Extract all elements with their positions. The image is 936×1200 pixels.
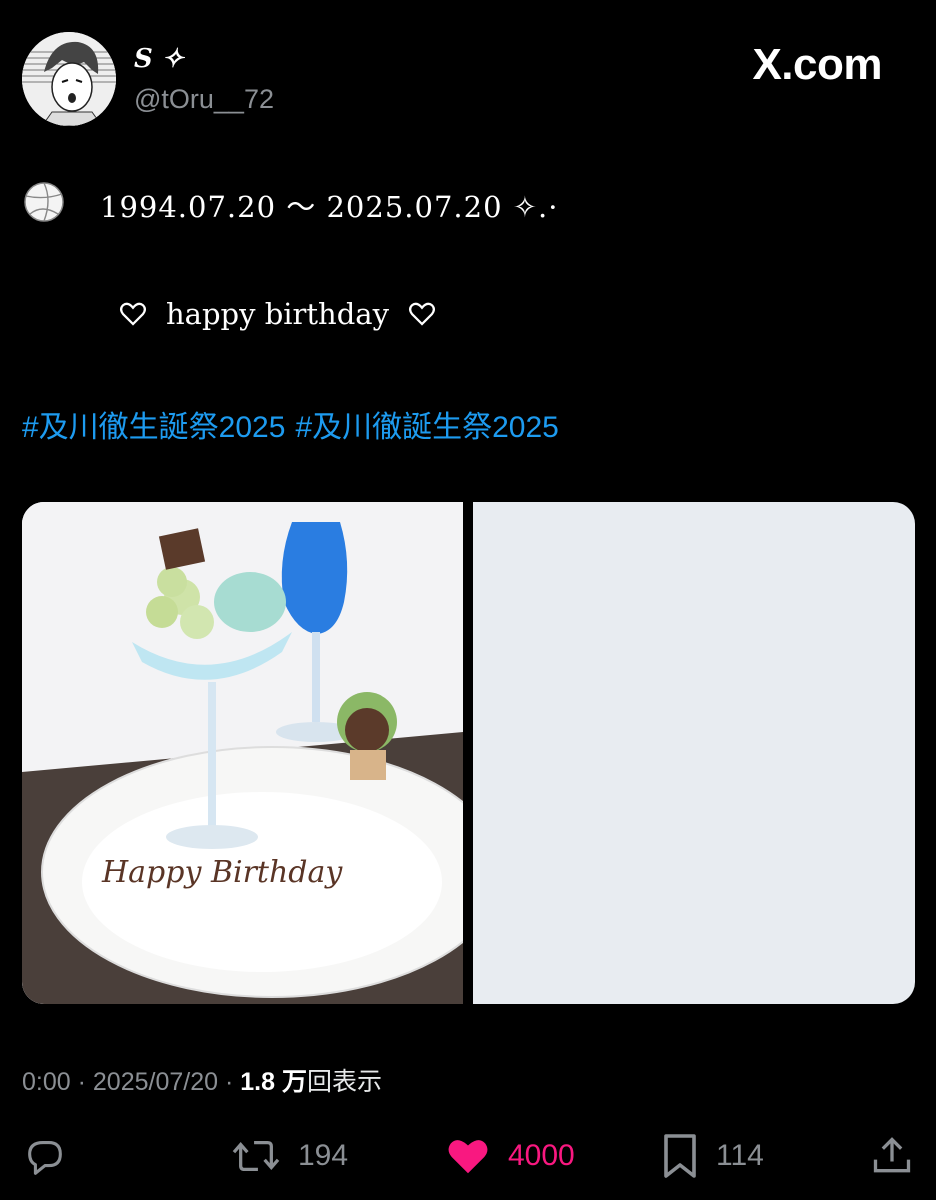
views-count: 1.8 万 bbox=[240, 1068, 307, 1096]
bookmark-count: 114 bbox=[716, 1139, 764, 1172]
reply-icon bbox=[28, 1141, 62, 1175]
share-button[interactable] bbox=[870, 1128, 914, 1184]
plate-writing: Happy Birthday bbox=[101, 855, 343, 890]
heart-filled-icon bbox=[448, 1140, 488, 1174]
hashtags: #及川徹生誕祭2025 #及川徹誕生祭2025 bbox=[22, 402, 569, 446]
retweet-icon bbox=[232, 1140, 280, 1172]
retweet-button[interactable]: 194 bbox=[230, 1128, 348, 1184]
reply-button[interactable] bbox=[22, 1128, 68, 1184]
action-bar: 194 4000 114 bbox=[0, 1128, 936, 1184]
volleyball-icon bbox=[24, 182, 64, 222]
dessert-photo-illustration: Happy Birthday bbox=[22, 502, 463, 1004]
avatar[interactable] bbox=[22, 32, 116, 126]
photo-placeholder[interactable] bbox=[473, 502, 915, 1004]
hashtag-link[interactable]: #及川徹生誕祭2025 bbox=[22, 411, 285, 444]
share-icon bbox=[873, 1137, 911, 1173]
hashtag-link[interactable]: #及川徹誕生祭2025 bbox=[295, 411, 558, 444]
meta-separator: · bbox=[224, 1068, 234, 1096]
tweet-meta: 0:00 · 2025/07/20 · 1.8 万回表示 bbox=[22, 1062, 382, 1098]
tweet-time[interactable]: 0:00 bbox=[22, 1068, 71, 1096]
birthday-line: happy birthday bbox=[118, 295, 437, 333]
date-range-text: 1994.07.20 〜 2025.07.20 ✧.· bbox=[100, 190, 559, 224]
bookmark-icon bbox=[664, 1134, 696, 1178]
media-grid: Happy Birthday bbox=[22, 502, 915, 1004]
heart-outline-icon bbox=[408, 302, 435, 326]
birthday-text: happy birthday bbox=[166, 297, 389, 331]
avatar-illustration bbox=[22, 32, 116, 126]
tweet-date[interactable]: 2025/07/20 bbox=[93, 1068, 218, 1096]
retweet-count: 194 bbox=[298, 1139, 349, 1172]
like-count: 4000 bbox=[508, 1139, 575, 1172]
bookmark-button[interactable]: 114 bbox=[660, 1128, 764, 1184]
like-button[interactable]: 4000 bbox=[444, 1128, 575, 1184]
meta-separator: · bbox=[77, 1068, 86, 1096]
heart-outline-icon bbox=[120, 302, 146, 326]
views-label: 回表示 bbox=[306, 1068, 382, 1096]
user-handle[interactable]: @tOru__72 bbox=[134, 84, 274, 115]
photo-birthday-dessert[interactable]: Happy Birthday bbox=[22, 502, 463, 1004]
brand-logo: X.com bbox=[752, 40, 882, 90]
display-name[interactable]: S ✧ bbox=[134, 44, 184, 74]
brand-text: X.com bbox=[752, 40, 882, 89]
